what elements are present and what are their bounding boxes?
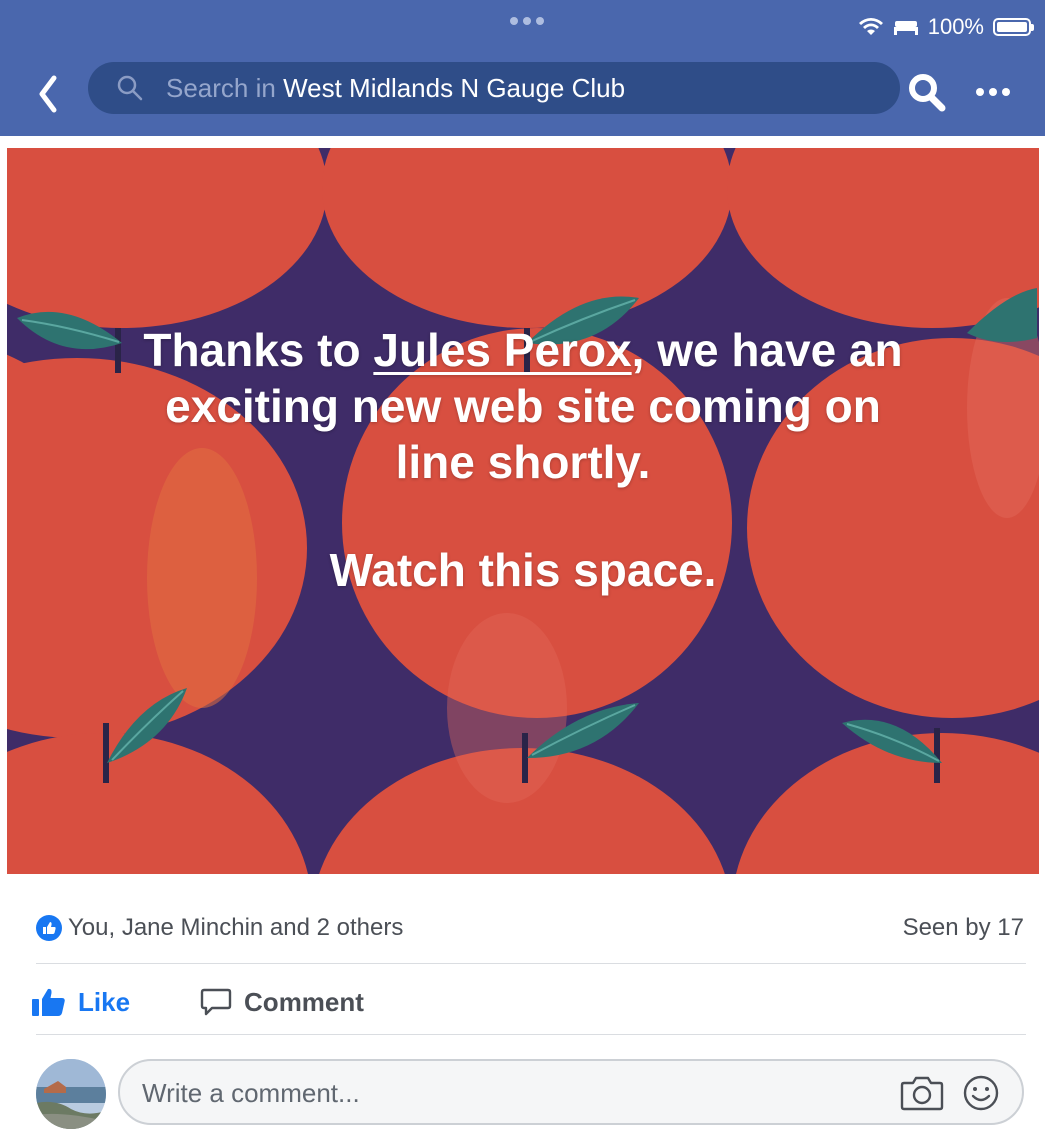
battery-icon [993, 18, 1034, 36]
reaction-summary[interactable]: You, Jane Minchin and 2 others [36, 914, 403, 942]
more-dot [976, 88, 984, 96]
user-avatar[interactable] [36, 1059, 106, 1129]
comment-box[interactable] [118, 1059, 1024, 1125]
multitask-dots[interactable] [510, 17, 544, 25]
seen-by-count[interactable]: Seen by 17 [903, 914, 1024, 942]
comment-label: Comment [244, 986, 364, 1017]
group-name: West Midlands N Gauge Club [283, 72, 626, 103]
emoji-icon [963, 1075, 999, 1111]
battery-level [997, 22, 1027, 32]
comment-input[interactable] [140, 1061, 884, 1125]
battery-percent: 100% [927, 14, 984, 39]
post-text: Thanks to Jules Perox, we have an exciti… [7, 322, 1039, 598]
post-actions: Like Comment [32, 978, 364, 1026]
post-line-3: line shortly. [395, 436, 651, 488]
camera-button[interactable] [900, 1075, 944, 1116]
reactions-bar: You, Jane Minchin and 2 others Seen by 1… [36, 908, 1024, 948]
like-button[interactable]: Like [32, 987, 130, 1018]
search-field-text: Search in West Midlands N Gauge Club [166, 73, 625, 104]
emoji-button[interactable] [962, 1074, 1000, 1117]
tagged-person-link[interactable]: Jules Perox [373, 324, 631, 376]
reaction-summary-text: You, Jane Minchin and 2 others [68, 914, 404, 941]
back-button[interactable] [30, 72, 70, 116]
divider [36, 1034, 1026, 1035]
search-button[interactable] [906, 70, 948, 114]
wifi-icon [858, 18, 883, 35]
like-label: Like [78, 986, 131, 1017]
post-spacer [7, 490, 1039, 542]
like-reaction-icon [36, 915, 62, 941]
comment-button[interactable]: Comment [200, 987, 364, 1018]
post-line-4: Watch this space. [329, 544, 717, 596]
more-options-button[interactable] [976, 88, 1010, 96]
divider [36, 963, 1026, 964]
more-dot [1002, 88, 1010, 96]
post-line-1: Thanks to Jules Perox, we have an [7, 322, 1039, 378]
thumbs-up-icon [32, 988, 65, 1016]
sleep-mode-icon [893, 21, 918, 35]
comment-icon [200, 988, 232, 1016]
more-dot [989, 88, 997, 96]
post-line-2: exciting new web site coming on [165, 380, 881, 432]
app-header: 100% Search in West Midlands N Gauge Clu… [0, 0, 1045, 136]
post-line-1-start: Thanks to [143, 324, 374, 376]
group-search-field[interactable]: Search in West Midlands N Gauge Club [88, 62, 900, 114]
camera-icon [900, 1076, 944, 1111]
status-bar-right: 100% [858, 12, 1034, 42]
search-placeholder: Search in [166, 72, 284, 103]
chevron-left-icon [39, 75, 57, 113]
search-icon [116, 74, 144, 102]
search-icon [909, 74, 946, 112]
post-line-1-end: , we have an [631, 324, 903, 376]
